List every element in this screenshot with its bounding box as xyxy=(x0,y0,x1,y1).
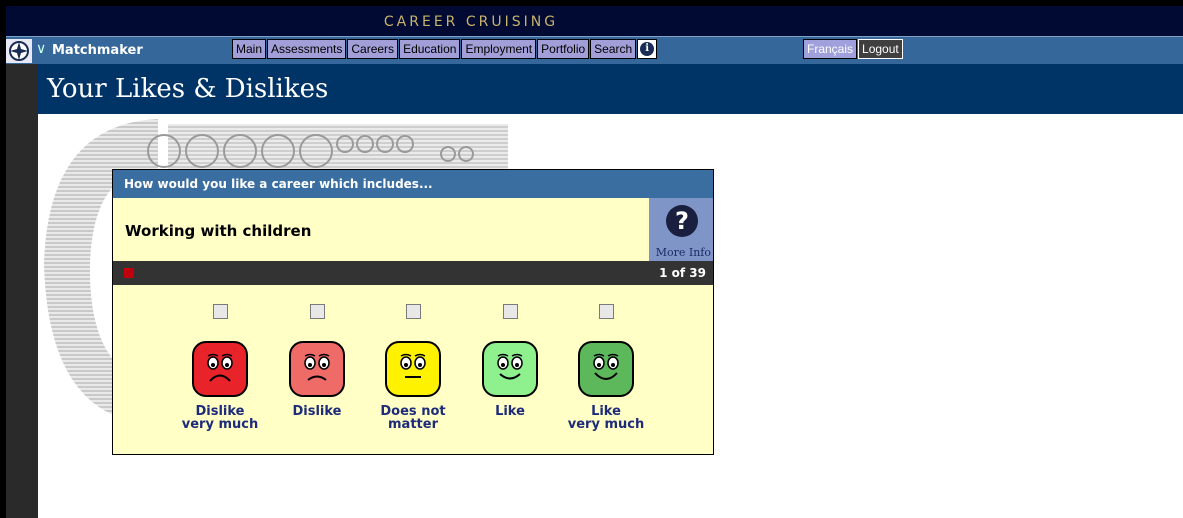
question-area: Working with children xyxy=(113,198,649,261)
compass-logo-icon[interactable] xyxy=(6,39,32,63)
more-info-label: More Info xyxy=(655,246,711,259)
title-bar: CAREER CRUISING xyxy=(6,6,1183,36)
progress-counter: 1 of 39 xyxy=(659,266,706,280)
question-prompt: How would you like a career which includ… xyxy=(113,170,713,198)
logout-button[interactable]: Logout xyxy=(858,39,903,59)
checkbox-like-very-much[interactable] xyxy=(598,304,614,319)
option-label-line2: very much xyxy=(567,417,645,432)
question-card: How would you like a career which includ… xyxy=(112,169,714,455)
more-info-button[interactable]: ? More Info xyxy=(649,198,713,261)
page-title: Your Likes & Dislikes xyxy=(47,74,329,104)
page-title-bar: Your Likes & Dislikes xyxy=(38,64,1183,114)
option-like-very-much: Like very much xyxy=(556,304,656,431)
option-dislike-very-much: Dislike very much xyxy=(170,304,270,431)
progress-bar: 1 of 39 xyxy=(113,261,713,285)
tab-main[interactable]: Main xyxy=(232,39,267,59)
sad-face-icon[interactable] xyxy=(289,341,345,397)
left-sidebar xyxy=(6,64,38,518)
option-label: Dislike xyxy=(267,405,367,418)
option-label: Like xyxy=(460,405,560,418)
option-label: Like very much xyxy=(556,405,656,431)
matchmaker-label[interactable]: Matchmaker xyxy=(52,43,143,58)
checkbox-like[interactable] xyxy=(502,304,518,319)
account-tabs: Français Logout xyxy=(803,39,903,59)
info-icon: i xyxy=(640,42,655,56)
info-button[interactable]: i xyxy=(637,39,658,59)
option-does-not-matter: Does not matter xyxy=(363,304,463,431)
option-label-line1: Dislike xyxy=(292,404,342,419)
option-label-line2: matter xyxy=(388,417,438,432)
happy-face-icon[interactable] xyxy=(482,341,538,397)
very-sad-face-icon[interactable] xyxy=(192,341,248,397)
progress-indicator xyxy=(124,268,134,278)
checkbox-dislike-very-much[interactable] xyxy=(212,304,228,319)
tab-search[interactable]: Search xyxy=(590,39,637,59)
option-label: Dislike very much xyxy=(170,405,270,431)
tab-portfolio[interactable]: Portfolio xyxy=(537,39,590,59)
option-label: Does not matter xyxy=(363,405,463,431)
nav-bar: ∨ Matchmaker Main Assessments Careers Ed… xyxy=(6,36,1183,65)
very-happy-face-icon[interactable] xyxy=(578,341,634,397)
option-label-line2: very much xyxy=(181,417,259,432)
tab-employment[interactable]: Employment xyxy=(461,39,537,59)
tab-assessments[interactable]: Assessments xyxy=(267,39,347,59)
question-text: Working with children xyxy=(125,222,312,240)
option-label-line1: Like xyxy=(495,404,525,419)
question-mark-icon: ? xyxy=(666,205,698,237)
checkbox-dislike[interactable] xyxy=(309,304,325,319)
option-like: Like xyxy=(460,304,560,418)
neutral-face-icon[interactable] xyxy=(385,341,441,397)
chevron-down-icon[interactable]: ∨ xyxy=(36,41,46,57)
language-toggle-button[interactable]: Français xyxy=(803,39,858,59)
app-title: CAREER CRUISING xyxy=(383,14,559,30)
checkbox-does-not-matter[interactable] xyxy=(405,304,421,319)
option-dislike: Dislike xyxy=(267,304,367,418)
tab-education[interactable]: Education xyxy=(399,39,461,59)
tab-careers[interactable]: Careers xyxy=(347,39,399,59)
main-tabs: Main Assessments Careers Education Emplo… xyxy=(232,39,658,59)
